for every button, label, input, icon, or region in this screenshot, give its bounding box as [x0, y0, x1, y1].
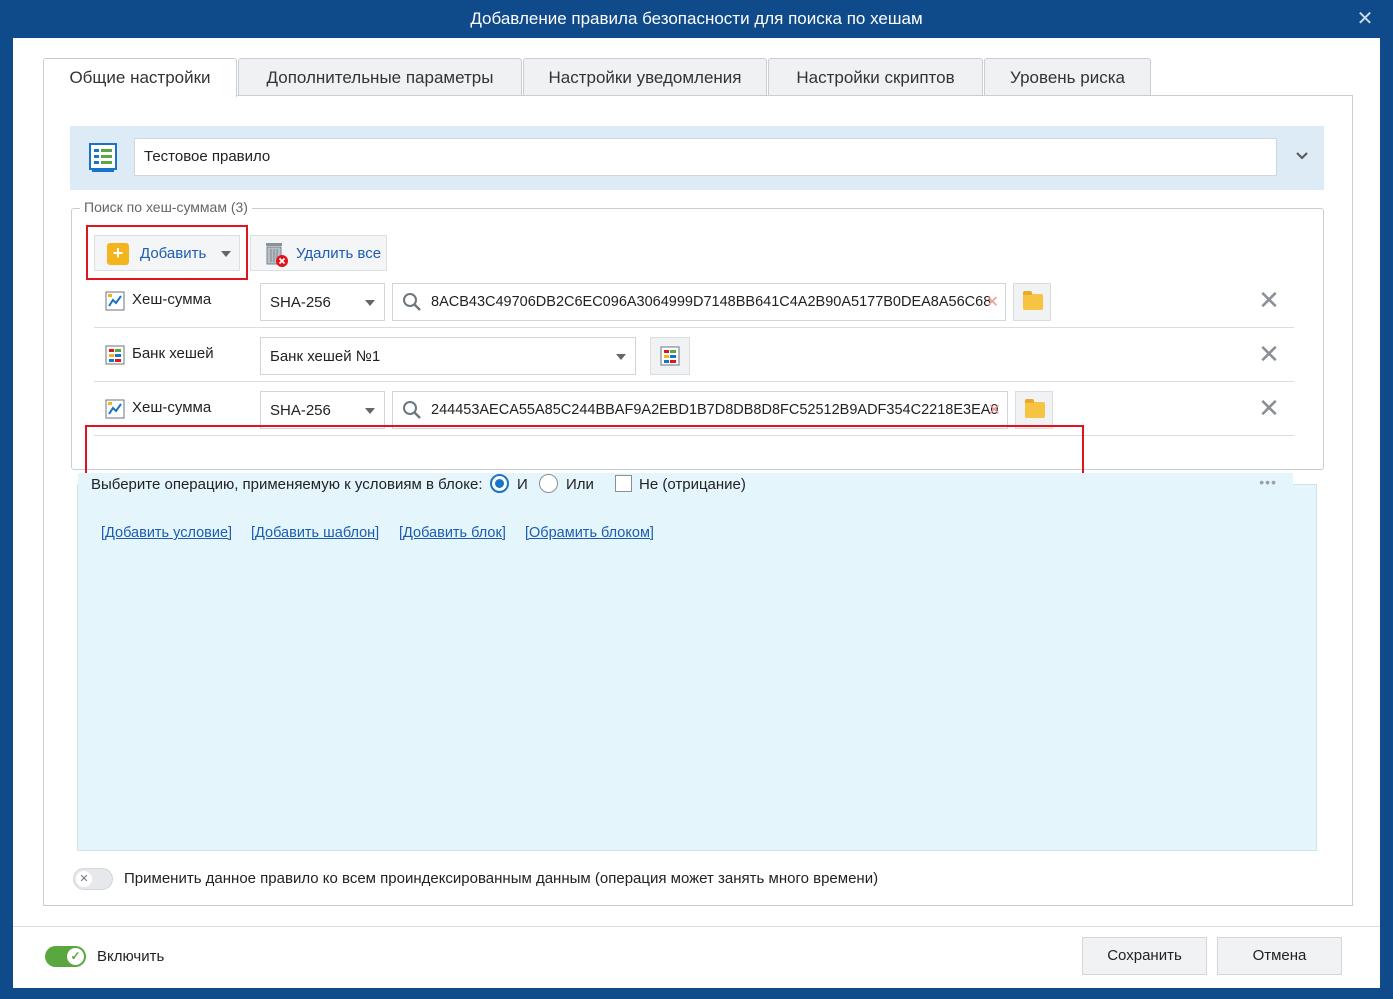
conditions-block: Выберите операцию, применяемую к условия… [77, 473, 1317, 851]
close-icon[interactable]: ✕ [1355, 6, 1375, 30]
remove-row-icon[interactable]: ✕ [1257, 341, 1281, 367]
add-template-link[interactable]: [Добавить шаблон] [251, 525, 379, 541]
hash-sum-icon [105, 399, 125, 419]
browse-file-button[interactable] [1015, 391, 1053, 429]
apply-all-label: Применить данное правило ко всем проинде… [124, 870, 879, 887]
trash-icon [266, 243, 288, 267]
enable-label: Включить [97, 948, 165, 965]
hash-row: Хеш-сумма SHA-256 8ACB43C49706DB2C6EC096… [94, 274, 1294, 328]
search-icon [403, 293, 421, 311]
row-type-label: Хеш-сумма [132, 291, 212, 308]
row-type-label: Хеш-сумма [132, 399, 212, 416]
negation-checkbox[interactable] [615, 475, 632, 492]
tab-additional-params[interactable]: Дополнительные параметры [238, 58, 522, 96]
hash-search-group: Поиск по хеш-суммам (3) + Добавить Удали… [71, 199, 1324, 531]
rule-name-bar: Тестовое правило [70, 126, 1324, 190]
folder-icon [1023, 291, 1043, 310]
chevron-down-icon[interactable] [1294, 148, 1310, 164]
search-icon [403, 401, 421, 419]
enable-toggle[interactable]: ✓ [45, 946, 86, 967]
dropdown-arrow-icon [365, 300, 375, 306]
window-title: Добавление правила безопасности для поис… [470, 9, 923, 28]
radio-or[interactable] [539, 474, 558, 493]
operation-lead-text: Выберите операцию, применяемую к условия… [91, 476, 483, 493]
folder-icon [1025, 399, 1045, 418]
algorithm-select[interactable]: SHA-256 [260, 391, 385, 429]
clear-icon[interactable]: ✕ [988, 400, 1001, 420]
row-type-label: Банк хешей [132, 345, 214, 362]
hash-value: 244453AECA55A85C244BBAF9A2EBD1B7D8DB8D8F… [431, 402, 999, 418]
save-button[interactable]: Сохранить [1082, 937, 1207, 975]
hash-bank-icon [660, 346, 680, 366]
remove-row-icon[interactable]: ✕ [1257, 287, 1281, 313]
clear-icon[interactable]: ✕ [986, 292, 999, 312]
check-icon: ✓ [67, 948, 84, 965]
open-hash-bank-button[interactable] [650, 337, 690, 375]
tab-panel-general: Тестовое правило Поиск по хеш-суммам (3)… [43, 95, 1353, 906]
cancel-button[interactable]: Отмена [1217, 937, 1342, 975]
hash-search-group-title: Поиск по хеш-суммам (3) [80, 199, 252, 215]
delete-all-label: Удалить все [296, 245, 382, 262]
hash-value: 8ACB43C49706DB2C6EC096A3064999D7148BB641… [431, 294, 992, 310]
hash-bank-select[interactable]: Банк хешей №1 [260, 337, 636, 375]
wrap-in-block-link[interactable]: [Обрамить блоком] [525, 525, 654, 541]
conditions-header: Выберите операцию, применяемую к условия… [78, 473, 1293, 497]
hash-bank-value: Банк хешей №1 [270, 348, 381, 365]
dropdown-arrow-icon [616, 354, 626, 360]
delete-all-button[interactable]: Удалить все [250, 235, 387, 271]
radio-or-label: Или [566, 476, 594, 493]
tab-notifications[interactable]: Настройки уведомления [523, 58, 767, 96]
algorithm-value: SHA-256 [270, 402, 331, 419]
title-bar: Добавление правила безопасности для поис… [0, 0, 1393, 38]
radio-and[interactable] [490, 474, 509, 493]
toggle-off-icon: ✕ [76, 871, 92, 887]
dialog-footer: ✓ Включить Сохранить Отмена [13, 926, 1380, 988]
add-block-link[interactable]: [Добавить блок] [399, 525, 506, 541]
dropdown-arrow-icon [365, 408, 375, 414]
algorithm-select[interactable]: SHA-256 [260, 283, 385, 321]
add-condition-link[interactable]: [Добавить условие] [101, 525, 232, 541]
more-options-icon[interactable]: ••• [1259, 475, 1277, 489]
radio-and-label: И [517, 476, 528, 493]
rule-list-icon [89, 143, 117, 172]
tab-scripts[interactable]: Настройки скриптов [768, 58, 983, 96]
dialog-client: Общие настройки Дополнительные параметры… [13, 38, 1380, 988]
hash-bank-row: Банк хешей Банк хешей №1 ✕ [94, 328, 1294, 382]
window-border-right [1380, 38, 1393, 999]
hash-input[interactable]: 244453AECA55A85C244BBAF9A2EBD1B7D8DB8D8F… [392, 391, 1008, 429]
hash-sum-icon [105, 291, 125, 311]
hash-input[interactable]: 8ACB43C49706DB2C6EC096A3064999D7148BB641… [392, 283, 1006, 321]
apply-all-toggle[interactable]: ✕ [73, 868, 113, 890]
tab-risk-level[interactable]: Уровень риска [984, 58, 1151, 96]
remove-row-icon[interactable]: ✕ [1257, 395, 1281, 421]
hash-bank-icon [105, 345, 125, 365]
browse-file-button[interactable] [1013, 283, 1051, 321]
window-border-bottom [0, 988, 1393, 999]
rule-name-input[interactable]: Тестовое правило [134, 138, 1277, 176]
tab-general[interactable]: Общие настройки [43, 58, 237, 97]
algorithm-value: SHA-256 [270, 294, 331, 311]
negation-label: Не (отрицание) [639, 476, 746, 493]
highlight-box-add [86, 225, 248, 280]
